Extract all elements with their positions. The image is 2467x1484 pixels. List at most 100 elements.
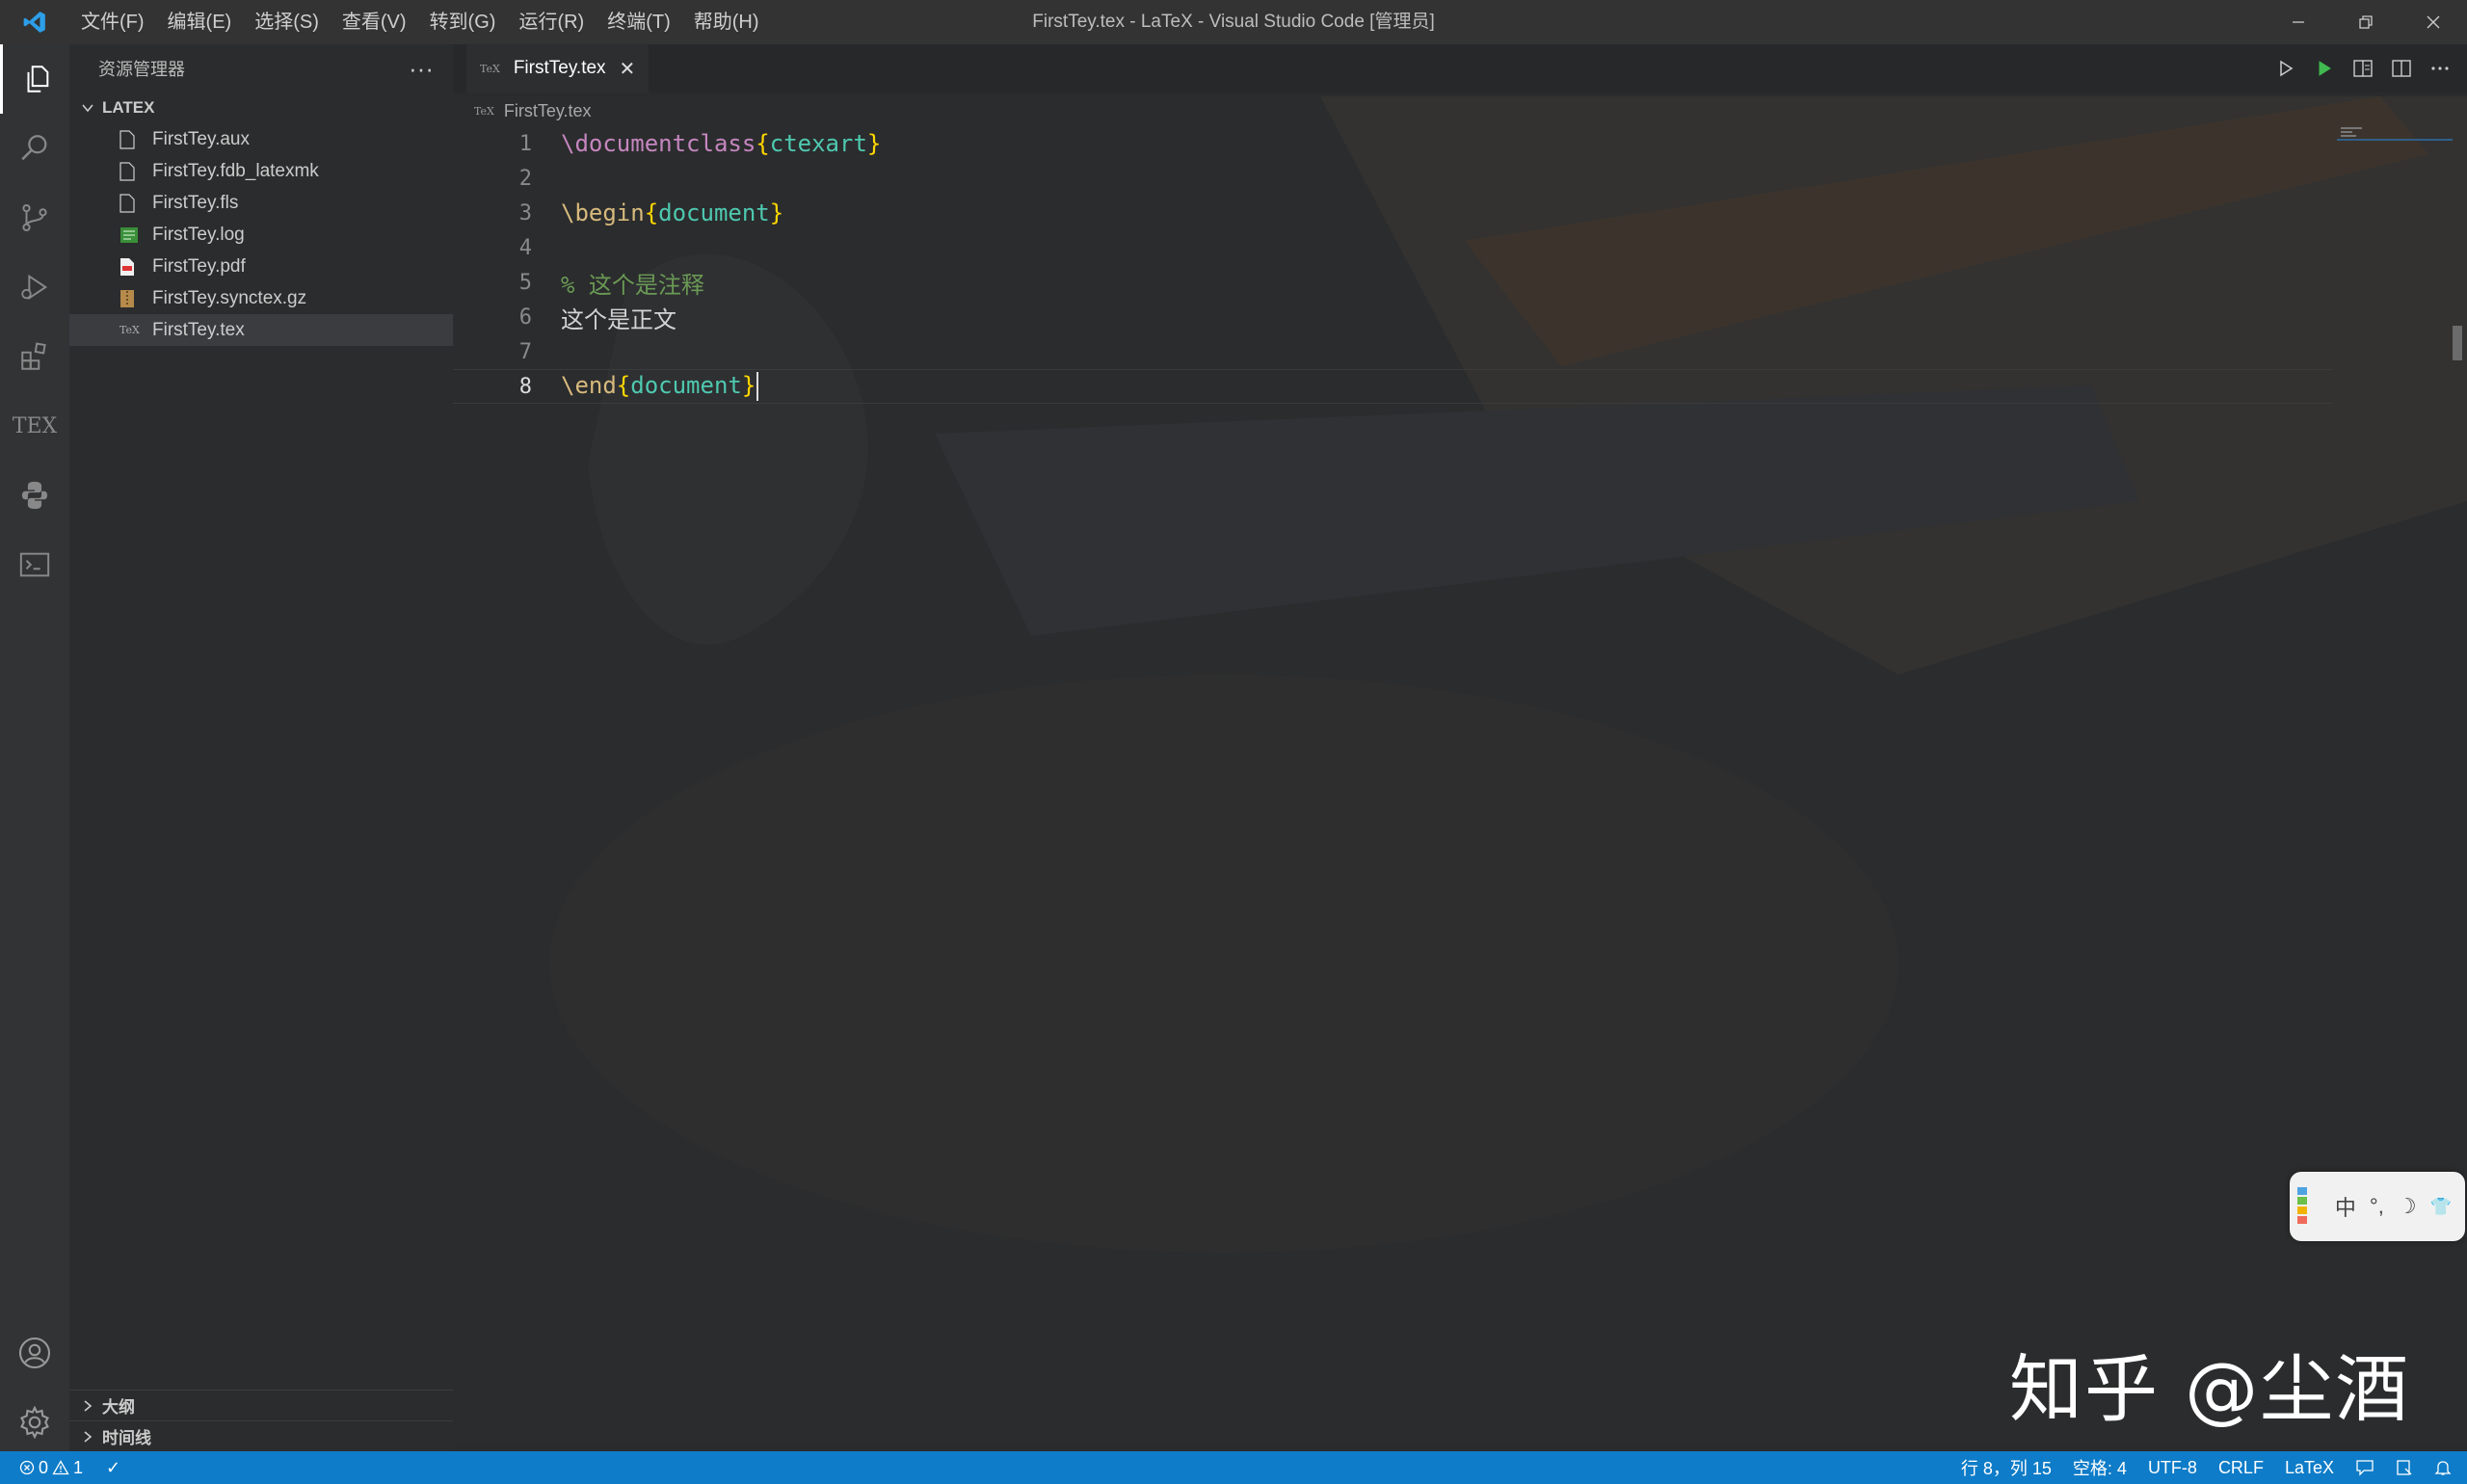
code-line[interactable]: 8\end{document} — [453, 369, 2332, 404]
encoding[interactable]: UTF-8 — [2148, 1458, 2197, 1478]
problems-indicator[interactable]: 0 1 — [19, 1458, 83, 1478]
run-debug-icon[interactable] — [0, 252, 69, 322]
view-pdf-icon[interactable] — [2346, 51, 2380, 86]
line-number: 4 — [453, 236, 561, 260]
menu-selection[interactable]: 选择(S) — [243, 0, 331, 44]
minimap[interactable] — [2337, 125, 2453, 154]
extensions-icon[interactable] — [0, 322, 69, 391]
ime-skin-icon[interactable]: 👕 — [2430, 1197, 2452, 1217]
menu-edit[interactable]: 编辑(E) — [156, 0, 244, 44]
explorer-header: 资源管理器 ··· — [69, 44, 453, 93]
breadcrumb: TeX FirstTey.tex — [474, 96, 592, 125]
ime-moon-icon[interactable]: ☽ — [2398, 1194, 2417, 1219]
code-token: document — [630, 372, 742, 399]
code-text: % 这个是注释 — [561, 266, 704, 300]
tab-firsttey-tex[interactable]: TeX FirstTey.tex ✕ — [466, 44, 649, 93]
timeline-label: 时间线 — [102, 1424, 151, 1448]
code-token: \begin — [561, 199, 645, 226]
line-number: 8 — [453, 375, 561, 399]
file-item-fdb-latexmk[interactable]: FirstTey.fdb_latexmk — [69, 155, 453, 187]
feedback-icon[interactable] — [2355, 1459, 2374, 1476]
chevron-right-icon — [77, 1399, 98, 1413]
line-number: 3 — [453, 201, 561, 225]
file-item-pdf[interactable]: FirstTey.pdf — [69, 251, 453, 282]
editor-actions — [2268, 44, 2457, 93]
menu-view[interactable]: 查看(V) — [331, 0, 418, 44]
file-name: FirstTey.pdf — [152, 256, 246, 278]
breadcrumb-file[interactable]: FirstTey.tex — [504, 101, 592, 121]
title-bar: 文件(F) 编辑(E) 选择(S) 查看(V) 转到(G) 运行(R) 终端(T… — [0, 0, 2467, 44]
file-name: FirstTey.tex — [152, 320, 245, 341]
end-of-line[interactable]: CRLF — [2218, 1458, 2264, 1478]
ime-toolbar[interactable]: 中 °, ☽ 👕 — [2290, 1172, 2465, 1241]
vscode-logo-icon[interactable] — [0, 0, 69, 44]
file-item-fls[interactable]: FirstTey.fls — [69, 187, 453, 219]
notifications-bell-icon[interactable] — [2434, 1459, 2452, 1476]
code-line[interactable]: 5% 这个是注释 — [453, 265, 2332, 300]
file-item-tex[interactable]: TeX FirstTey.tex — [69, 314, 453, 346]
terminal-icon[interactable] — [0, 530, 69, 599]
explorer-title: 资源管理器 — [98, 56, 185, 81]
tex-icon[interactable]: TEX — [0, 391, 69, 461]
close-tab-icon[interactable]: ✕ — [620, 57, 636, 81]
remote-icon[interactable] — [2396, 1459, 2413, 1476]
file-icon — [119, 161, 145, 182]
code-text: \begin{document} — [561, 199, 783, 226]
ime-punctuation-toggle[interactable]: °, — [2370, 1194, 2384, 1219]
code-token: { — [645, 199, 658, 226]
build-latex-icon[interactable] — [2307, 51, 2342, 86]
tex-file-icon: TeX — [119, 320, 145, 341]
search-icon[interactable] — [0, 114, 69, 183]
cursor-position[interactable]: 行 8，列 15 — [1961, 1455, 2052, 1480]
file-item-aux[interactable]: FirstTey.aux — [69, 123, 453, 155]
file-name: FirstTey.aux — [152, 129, 250, 150]
timeline-section[interactable]: 时间线 — [69, 1420, 453, 1451]
folder-section-latex[interactable]: LATEX — [69, 93, 453, 123]
restore-button[interactable] — [2332, 0, 2400, 44]
code-text: \end{document} — [561, 372, 758, 401]
minimize-button[interactable] — [2265, 0, 2332, 44]
menu-go[interactable]: 转到(G) — [418, 0, 508, 44]
code-line[interactable]: 1\documentclass{ctexart} — [453, 126, 2332, 161]
file-item-synctex[interactable]: FirstTey.synctex.gz — [69, 282, 453, 314]
python-icon[interactable] — [0, 461, 69, 530]
archive-file-icon — [119, 288, 145, 309]
ime-language-toggle[interactable]: 中 — [2335, 1191, 2356, 1222]
language-mode[interactable]: LaTeX — [2285, 1458, 2334, 1478]
file-item-log[interactable]: FirstTey.log — [69, 219, 453, 251]
more-icon[interactable] — [2423, 51, 2457, 86]
warning-count: 1 — [73, 1458, 83, 1478]
scrollbar-thumb[interactable] — [2453, 326, 2462, 360]
code-line[interactable]: 3\begin{document} — [453, 196, 2332, 230]
code-token: 这个是正文 — [561, 306, 676, 333]
code-token: } — [742, 372, 756, 399]
code-editor[interactable]: 1\documentclass{ctexart}23\begin{documen… — [453, 126, 2332, 404]
code-line[interactable]: 6这个是正文 — [453, 300, 2332, 334]
file-name: FirstTey.fdb_latexmk — [152, 161, 319, 182]
split-editor-icon[interactable] — [2384, 51, 2419, 86]
menu-run[interactable]: 运行(R) — [507, 0, 596, 44]
run-icon[interactable] — [2268, 51, 2303, 86]
menu-file[interactable]: 文件(F) — [69, 0, 156, 44]
zhihu-watermark: 知乎 @尘酒 — [2009, 1330, 2410, 1436]
more-actions-icon[interactable]: ··· — [409, 54, 434, 84]
error-icon — [19, 1460, 35, 1475]
code-token: { — [617, 372, 630, 399]
source-control-icon[interactable] — [0, 183, 69, 252]
line-number: 7 — [453, 340, 561, 364]
code-text: \documentclass{ctexart} — [561, 130, 881, 157]
menu-terminal[interactable]: 终端(T) — [596, 0, 682, 44]
code-line[interactable]: 4 — [453, 230, 2332, 265]
code-line[interactable]: 2 — [453, 161, 2332, 196]
code-line[interactable]: 7 — [453, 334, 2332, 369]
code-token: ctexart — [770, 130, 867, 157]
check-icon[interactable]: ✓ — [106, 1458, 120, 1478]
menu-help[interactable]: 帮助(H) — [682, 0, 771, 44]
code-token: \documentclass — [561, 130, 756, 157]
manage-gear-icon[interactable] — [0, 1388, 69, 1457]
outline-section[interactable]: 大纲 — [69, 1390, 453, 1420]
account-icon[interactable] — [0, 1318, 69, 1388]
explorer-icon[interactable] — [0, 44, 69, 114]
close-window-button[interactable] — [2400, 0, 2467, 44]
indentation[interactable]: 空格: 4 — [2073, 1455, 2127, 1480]
